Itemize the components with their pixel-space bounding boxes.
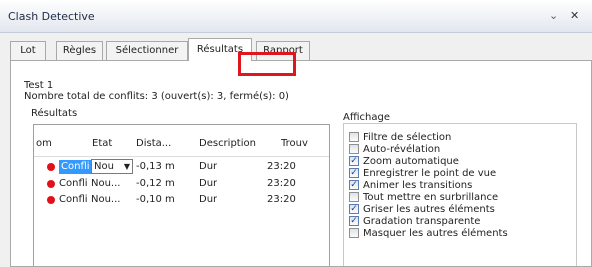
- status-dot-icon: [47, 163, 55, 171]
- header-divider: [34, 156, 329, 157]
- cell-nom: Confli: [59, 178, 88, 189]
- tab-highlight-box: [238, 52, 296, 76]
- affichage-group-label: Affichage: [343, 112, 390, 123]
- tab-regles[interactable]: Règles: [56, 41, 103, 60]
- status-dot-icon: [47, 196, 55, 204]
- option-label: Filtre de sélection: [363, 132, 452, 143]
- close-icon[interactable]: ✕: [570, 9, 579, 22]
- table-row[interactable]: Confli Nou... -0,10 m Dur 23:20: [34, 192, 329, 208]
- checkbox-checked[interactable]: ✓: [349, 156, 359, 166]
- checkbox[interactable]: [349, 192, 359, 202]
- checkbox[interactable]: [349, 144, 359, 154]
- test-name: Test 1: [24, 80, 54, 91]
- col-header-trouve[interactable]: Trouv: [281, 138, 308, 149]
- cell-nom: Confli: [59, 160, 93, 174]
- status-dot-icon: [47, 180, 55, 188]
- checkbox-checked[interactable]: ✓: [349, 168, 359, 178]
- cell-distance: -0,12 m: [136, 178, 175, 189]
- results-group-label: Résultats: [31, 108, 78, 119]
- option-label: Masquer les autres éléments: [363, 228, 508, 239]
- option-label: Enregistrer le point de vue: [363, 168, 497, 179]
- option-label: Zoom automatique: [363, 156, 459, 167]
- table-row[interactable]: Confli Nou ▼ -0,13 m Dur 23:20: [34, 159, 329, 175]
- cell-time: 23:20: [267, 161, 296, 172]
- cell-etat: Nou...: [91, 194, 121, 205]
- table-row[interactable]: Confli Nou... -0,12 m Dur 23:20: [34, 176, 329, 192]
- cell-time: 23:20: [267, 194, 296, 205]
- cell-description: Dur: [199, 161, 218, 172]
- tab-lot[interactable]: Lot: [10, 41, 46, 60]
- cell-nom: Confli: [59, 194, 88, 205]
- cell-distance: -0,10 m: [136, 194, 175, 205]
- option-label: Griser les autres éléments: [363, 204, 495, 215]
- window-title: Clash Detective: [8, 10, 95, 23]
- checkbox-checked[interactable]: ✓: [349, 216, 359, 226]
- col-header-nom[interactable]: om: [36, 138, 52, 149]
- checkbox[interactable]: [349, 132, 359, 142]
- chevron-down-icon: ▼: [123, 162, 130, 171]
- cell-time: 23:20: [267, 178, 296, 189]
- tab-selectionner[interactable]: Sélectionner: [106, 41, 188, 60]
- etat-dropdown[interactable]: Nou ▼: [91, 159, 133, 174]
- option-label: Gradation transparente: [363, 216, 481, 227]
- etat-value: Nou: [94, 161, 114, 172]
- option-label: Auto-révélation: [363, 144, 441, 155]
- checkbox-checked[interactable]: ✓: [349, 204, 359, 214]
- col-header-description[interactable]: Description: [199, 138, 256, 149]
- cell-description: Dur: [199, 194, 218, 205]
- checkbox-checked[interactable]: ✓: [349, 180, 359, 190]
- col-header-etat[interactable]: Etat: [92, 138, 112, 149]
- title-bar: Clash Detective ⌄ ✕: [0, 0, 592, 33]
- results-grid[interactable]: om Etat Dista... Description Trouv Confl…: [33, 124, 330, 266]
- cell-etat: Nou...: [91, 178, 121, 189]
- option-label: Tout mettre en surbrillance: [363, 192, 499, 203]
- option-label: Animer les transitions: [363, 180, 473, 191]
- col-header-distance[interactable]: Dista...: [136, 138, 171, 149]
- cell-distance: -0,13 m: [136, 161, 175, 172]
- pin-icon[interactable]: ⌄: [549, 9, 558, 22]
- total-conflicts-text: Nombre total de conflits: 3 (ouvert(s): …: [24, 91, 289, 102]
- cell-description: Dur: [199, 178, 218, 189]
- checkbox[interactable]: [349, 228, 359, 238]
- affichage-options: Filtre de sélection Auto-révélation ✓ Zo…: [343, 123, 577, 266]
